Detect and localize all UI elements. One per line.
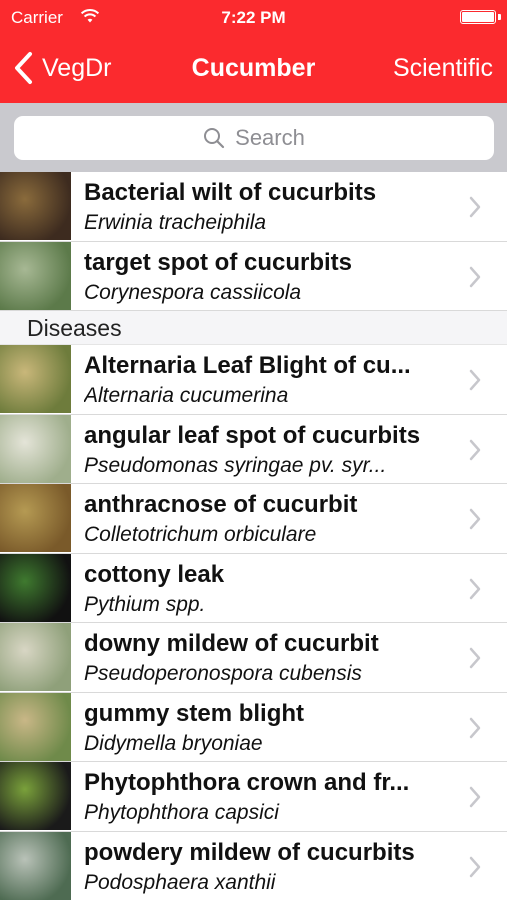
- common-name: target spot of cucurbits: [84, 248, 353, 276]
- scientific-name: Corynespora cassiicola: [84, 280, 302, 304]
- chevron-right-icon: [469, 786, 481, 808]
- disease-thumbnail: [0, 172, 71, 240]
- common-name: powdery mildew of cucurbits: [84, 838, 415, 866]
- disease-thumbnail: [0, 692, 71, 761]
- list-item-text: anthracnose of cucurbit Colletotrichum or…: [84, 490, 447, 550]
- list-item-text: Alternaria Leaf Blight of cu... Alternari…: [84, 351, 447, 411]
- list-item[interactable]: target spot of cucurbits Corynespora cass…: [0, 241, 507, 311]
- battery-icon: [460, 10, 496, 24]
- disease-thumbnail: [0, 553, 71, 622]
- chevron-right-icon: [469, 439, 481, 460]
- list-item[interactable]: gummy stem blight Didymella bryoniae: [0, 692, 507, 762]
- scientific-name: Erwinia tracheiphila: [84, 211, 267, 234]
- chevron-right-icon: [469, 266, 481, 287]
- status-bar: Carrier 7:22 PM: [0, 0, 507, 36]
- list-item[interactable]: angular leaf spot of cucurbits Pseudomona…: [0, 414, 507, 484]
- disease-thumbnail: [0, 762, 71, 830]
- list-item-text: downy mildew of cucurbit Pseudoperonospor…: [84, 629, 447, 689]
- common-name: angular leaf spot of cucurbits: [84, 421, 421, 449]
- chevron-right-icon: [469, 856, 481, 877]
- scientific-name: Podosphaera xanthii: [84, 870, 276, 894]
- list-item[interactable]: Bacterial wilt of cucurbits Erwinia trach…: [0, 172, 507, 242]
- chevron-right-icon: [469, 578, 481, 599]
- list-item-text: target spot of cucurbits Corynespora cass…: [84, 248, 447, 308]
- disease-thumbnail: [0, 345, 71, 413]
- scientific-name: Didymella bryoniae: [84, 731, 263, 755]
- list-item-text: powdery mildew of cucurbits Podosphaera x…: [84, 838, 447, 898]
- scientific-name: Pseudomonas syringae pv. syr...: [84, 453, 387, 477]
- disease-thumbnail: [0, 484, 71, 552]
- disease-list: Bacterial wilt of cucurbits Erwinia trach…: [0, 172, 507, 900]
- list-item-text: gummy stem blight Didymella bryoniae: [84, 699, 447, 759]
- navigation-bar: VegDr Cucumber Scientific: [0, 36, 507, 100]
- scientific-button[interactable]: Scientific: [393, 54, 493, 83]
- status-time: 7:22 PM: [221, 8, 286, 27]
- list-item[interactable]: Phytophthora crown and fr... Phytophthora…: [0, 762, 507, 832]
- common-name: gummy stem blight: [84, 699, 305, 727]
- search-bar: Search: [0, 103, 507, 172]
- search-input[interactable]: Search: [14, 116, 494, 160]
- section-header: Diseases: [0, 311, 507, 345]
- search-placeholder: Search: [235, 125, 305, 150]
- app-screen: { "status": {"carrier": "Carrier", "time…: [0, 0, 507, 900]
- common-name: cottony leak: [84, 560, 225, 588]
- common-name: Bacterial wilt of cucurbits: [84, 179, 377, 206]
- header: Carrier 7:22 PM VegDr Cucumber Scientifi…: [0, 0, 507, 103]
- scientific-name: Colletotrichum orbiculare: [84, 523, 317, 546]
- battery-tip: [498, 14, 501, 20]
- disease-thumbnail: [0, 414, 71, 483]
- chevron-right-icon: [469, 196, 481, 218]
- list-item-text: cottony leak Pythium spp.: [84, 560, 447, 620]
- chevron-right-icon: [469, 717, 481, 738]
- disease-thumbnail: [0, 831, 71, 900]
- list-item[interactable]: downy mildew of cucurbit Pseudoperonospor…: [0, 623, 507, 693]
- disease-thumbnail: [0, 241, 71, 310]
- chevron-right-icon: [469, 508, 481, 530]
- list-item[interactable]: anthracnose of cucurbit Colletotrichum or…: [0, 484, 507, 554]
- list-item-text: Bacterial wilt of cucurbits Erwinia trach…: [84, 178, 447, 238]
- common-name: downy mildew of cucurbit: [84, 630, 379, 657]
- list-item-text: angular leaf spot of cucurbits Pseudomona…: [84, 421, 447, 481]
- search-icon: [204, 128, 225, 149]
- common-name: anthracnose of cucurbit: [84, 491, 358, 518]
- chevron-right-icon: [469, 647, 481, 669]
- chevron-right-icon: [469, 369, 481, 391]
- scientific-name: Alternaria cucumerina: [84, 384, 289, 407]
- list-item[interactable]: Alternaria Leaf Blight of cu... Alternari…: [0, 345, 507, 415]
- scientific-name: Phytophthora capsici: [84, 801, 279, 824]
- common-name: Phytophthora crown and fr...: [84, 769, 410, 796]
- list-item[interactable]: powdery mildew of cucurbits Podosphaera x…: [0, 831, 507, 900]
- disease-thumbnail: [0, 623, 71, 691]
- list-item[interactable]: cottony leak Pythium spp.: [0, 553, 507, 623]
- list-item-text: Phytophthora crown and fr... Phytophthora…: [84, 768, 447, 828]
- scientific-name: Pseudoperonospora cubensis: [84, 662, 362, 685]
- scientific-name: Pythium spp.: [84, 592, 206, 616]
- common-name: Alternaria Leaf Blight of cu...: [84, 352, 411, 379]
